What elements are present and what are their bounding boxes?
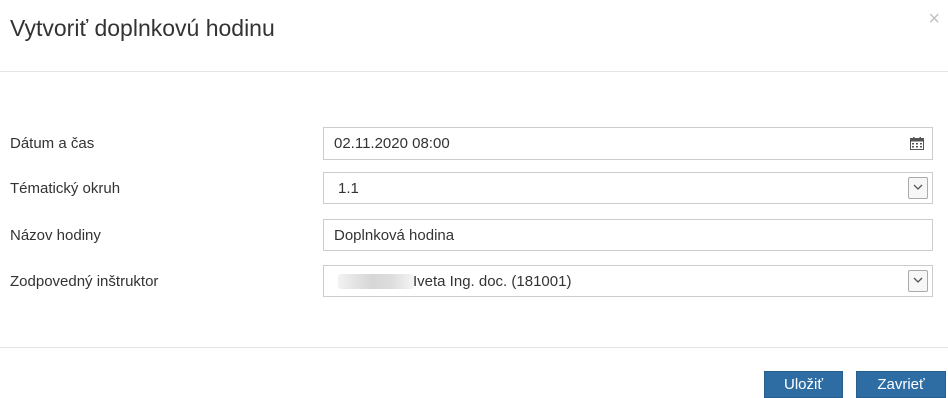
instructor-value: Iveta Ing. doc. (181001) <box>413 273 572 290</box>
footer-divider <box>0 347 948 348</box>
topic-label: Tématický okruh <box>10 180 121 197</box>
close-icon[interactable]: × <box>928 9 940 29</box>
topic-row: Tématický okruh 1.1 <box>0 172 948 206</box>
instructor-select[interactable]: Iveta Ing. doc. (181001) <box>323 265 933 297</box>
close-button[interactable]: Zavrieť <box>856 371 946 398</box>
datetime-label: Dátum a čas <box>10 135 95 152</box>
topic-value: 1.1 <box>338 180 359 197</box>
instructor-label: Zodpovedný inštruktor <box>10 273 159 290</box>
chevron-down-icon[interactable] <box>908 177 928 199</box>
name-row: Názov hodiny Doplnková hodina <box>0 219 948 253</box>
datetime-input[interactable]: 02.11.2020 08:00 <box>323 127 933 160</box>
name-value: Doplnková hodina <box>334 227 455 244</box>
redacted-name <box>338 274 414 289</box>
topic-select[interactable]: 1.1 <box>323 172 933 204</box>
instructor-row: Zodpovedný inštruktor Iveta Ing. doc. (1… <box>0 265 948 299</box>
name-input[interactable]: Doplnková hodina <box>323 219 933 251</box>
chevron-down-icon[interactable] <box>908 270 928 292</box>
dialog-header: Vytvoriť doplnkovú hodinu × <box>0 0 948 72</box>
datetime-row: Dátum a čas 02.11.2020 08:00 <box>0 127 948 161</box>
calendar-icon[interactable] <box>910 137 924 150</box>
save-button[interactable]: Uložiť <box>764 371 843 398</box>
datetime-value: 02.11.2020 08:00 <box>334 135 450 152</box>
dialog-title: Vytvoriť doplnkovú hodinu <box>10 15 275 41</box>
name-label: Názov hodiny <box>10 227 101 244</box>
